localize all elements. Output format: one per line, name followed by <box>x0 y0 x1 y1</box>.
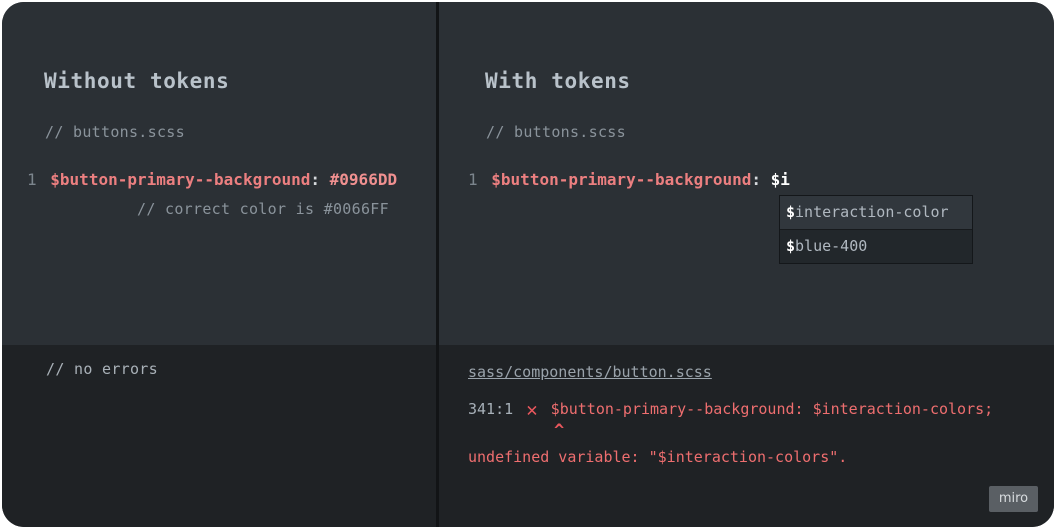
code-colon: : <box>310 170 321 189</box>
left-code-line: 1 $button-primary--background: #0966DD <box>27 170 397 189</box>
code-variable: $button-primary--background <box>50 170 311 189</box>
miro-watermark-logo: miro <box>989 486 1038 512</box>
autocomplete-label: interaction-color <box>795 203 949 221</box>
autocomplete-item-blue-400[interactable]: $blue-400 <box>780 230 972 263</box>
video-frame: Without tokens // buttons.scss 1 $button… <box>2 2 1054 527</box>
code-colon: : <box>751 170 762 189</box>
right-file-comment: // buttons.scss <box>486 123 626 141</box>
right-console: sass/components/button.scss 341:1 ✕ $but… <box>439 345 1054 527</box>
left-editor: Without tokens // buttons.scss 1 $button… <box>2 2 436 345</box>
autocomplete-popup: $interaction-color $blue-400 <box>779 195 973 264</box>
error-caret: ^ <box>554 421 565 441</box>
error-message: undefined variable: "$interaction-colors… <box>468 448 848 466</box>
code-value-typing: $i <box>770 170 790 189</box>
error-location: 341:1 <box>468 400 514 418</box>
error-code: $button-primary--background: $interactio… <box>550 400 994 418</box>
line-number: 1 <box>27 170 37 189</box>
right-code-line[interactable]: 1 $button-primary--background: $i <box>468 170 790 189</box>
error-line: 341:1 ✕ $button-primary--background: $in… <box>468 399 993 421</box>
autocomplete-prefix: $ <box>786 203 796 221</box>
code-variable: $button-primary--background <box>491 170 752 189</box>
autocomplete-item-interaction-color[interactable]: $interaction-color <box>780 196 972 230</box>
right-pane: With tokens // buttons.scss 1 $button-pr… <box>439 2 1054 527</box>
autocomplete-label: blue-400 <box>795 237 868 255</box>
error-x-icon: ✕ <box>526 399 538 421</box>
code-value: #0966DD <box>329 170 398 189</box>
left-console: // no errors <box>2 345 436 527</box>
line-number: 1 <box>468 170 478 189</box>
right-title: With tokens <box>485 69 631 93</box>
error-file-path[interactable]: sass/components/button.scss <box>468 363 712 381</box>
correct-color-comment: // correct color is #0066FF <box>137 200 389 218</box>
no-errors-message: // no errors <box>46 360 158 378</box>
right-editor: With tokens // buttons.scss 1 $button-pr… <box>439 2 1054 345</box>
left-title: Without tokens <box>44 69 230 93</box>
autocomplete-prefix: $ <box>786 237 796 255</box>
left-file-comment: // buttons.scss <box>45 123 185 141</box>
left-pane: Without tokens // buttons.scss 1 $button… <box>2 2 436 527</box>
